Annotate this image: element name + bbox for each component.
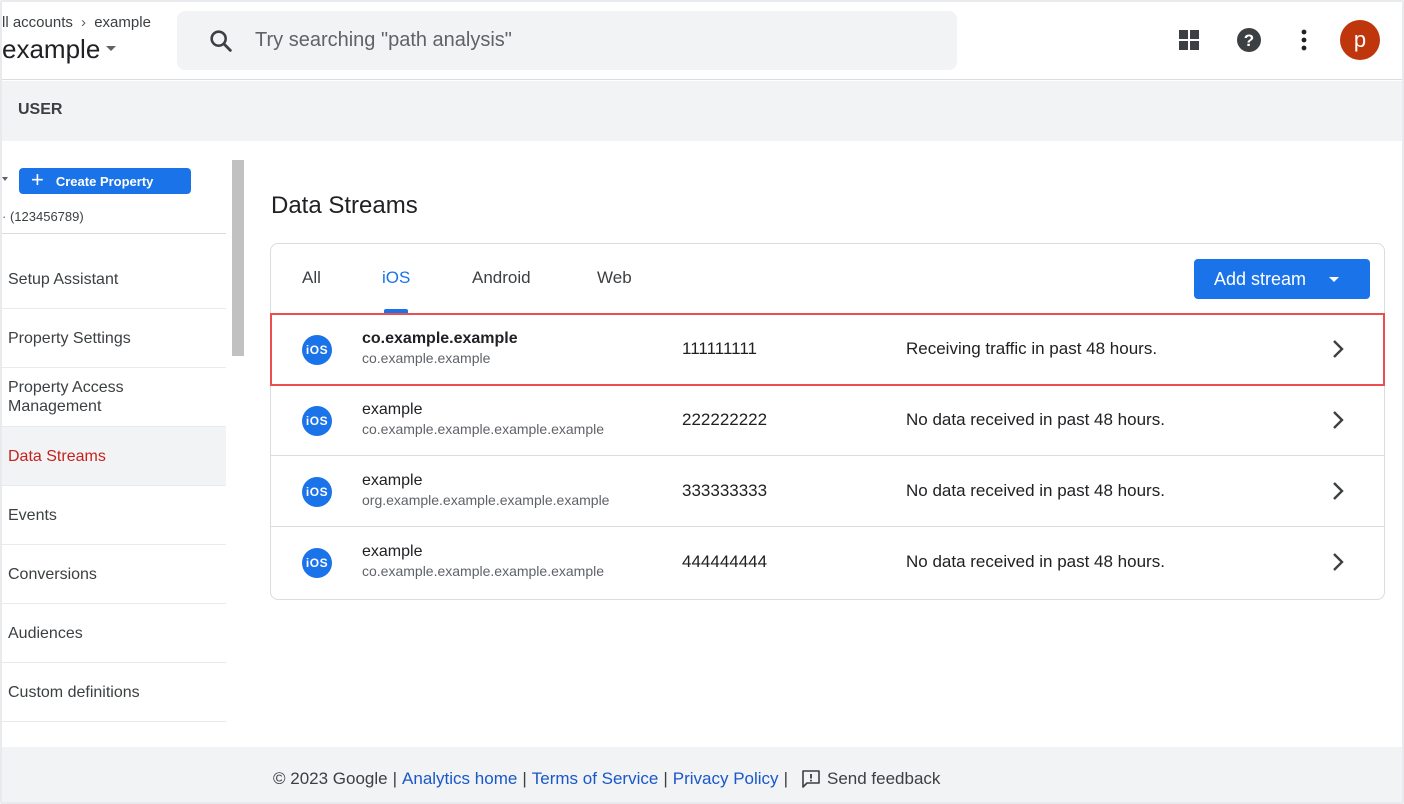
chevron-right-icon xyxy=(1333,411,1344,429)
svg-text:?: ? xyxy=(1244,31,1254,50)
help-icon[interactable]: ? xyxy=(1231,22,1267,58)
section-band: USER xyxy=(2,81,1402,141)
chevron-right-icon xyxy=(1333,553,1344,571)
stream-bundle-id: co.example.example xyxy=(362,350,491,366)
stream-bundle-id: org.example.example.example.example xyxy=(362,492,610,508)
tab-android[interactable]: Android xyxy=(472,268,531,288)
stream-status: Receiving traffic in past 48 hours. xyxy=(906,339,1158,358)
property-id: · (123456789) xyxy=(2,209,84,224)
ios-icon: iOS xyxy=(302,548,332,578)
data-streams-card: All iOS Android Web Add stream iOS co.ex… xyxy=(270,243,1385,600)
stream-name: co.example.example xyxy=(362,330,518,347)
sidebar-item-data-streams[interactable]: Data Streams xyxy=(2,427,226,486)
ios-icon: iOS xyxy=(302,335,332,365)
plus-icon: + xyxy=(31,167,44,192)
sidebar-item-events[interactable]: Events xyxy=(2,486,226,545)
separator: | xyxy=(783,769,788,788)
stream-name: example xyxy=(362,543,423,560)
stream-bundle-id: co.example.example.example.example xyxy=(362,563,605,579)
section-label: USER xyxy=(18,101,63,118)
top-header: ll accounts › example example Try search… xyxy=(2,2,1402,80)
active-tab-indicator xyxy=(384,309,408,313)
send-feedback-link[interactable]: Send feedback xyxy=(827,769,940,789)
stream-row[interactable]: iOS example co.example.example.example.e… xyxy=(271,385,1384,456)
stream-bundle-id: co.example.example.example.example xyxy=(362,421,605,437)
stream-status: No data received in past 48 hours. xyxy=(906,481,1165,500)
create-property-button[interactable]: + Create Property xyxy=(19,168,191,194)
footer: © 2023 Google | Analytics home | Terms o… xyxy=(2,747,1402,802)
apps-grid-icon[interactable] xyxy=(1171,22,1207,58)
separator: | xyxy=(522,769,527,788)
search-bar[interactable] xyxy=(177,11,957,70)
page-title: Data Streams xyxy=(271,192,418,219)
sidebar-item-property-access-management[interactable]: Property Access Management xyxy=(2,368,226,427)
search-input[interactable] xyxy=(255,11,935,70)
separator: | xyxy=(392,769,398,788)
divider xyxy=(2,233,226,234)
sidebar-nav: Setup Assistant Property Settings Proper… xyxy=(2,250,226,722)
chevron-right-icon xyxy=(1333,482,1344,500)
stream-id: 111111111 xyxy=(682,339,757,358)
sidebar-item-setup-assistant[interactable]: Setup Assistant xyxy=(2,250,226,309)
more-vert-icon[interactable] xyxy=(1286,22,1322,58)
sidebar-scrollbar[interactable] xyxy=(232,160,244,356)
stream-status: No data received in past 48 hours. xyxy=(906,410,1165,429)
tab-ios[interactable]: iOS xyxy=(382,268,410,288)
add-stream-button[interactable]: Add stream xyxy=(1194,259,1370,299)
breadcrumb-accounts[interactable]: ll accounts xyxy=(2,14,73,31)
property-selector[interactable]: example xyxy=(2,34,117,65)
footer-links: © 2023 Google | Analytics home | Terms o… xyxy=(273,769,940,789)
breadcrumb-separator-icon: › xyxy=(81,14,87,31)
separator: | xyxy=(663,769,668,788)
breadcrumb-account[interactable]: example xyxy=(94,14,151,31)
stream-row[interactable]: iOS co.example.example co.example.exampl… xyxy=(270,313,1385,386)
breadcrumb: ll accounts › example xyxy=(2,14,151,31)
caret-down-icon xyxy=(106,45,117,51)
privacy-policy-link[interactable]: Privacy Policy xyxy=(673,769,779,789)
stream-id: 444444444 xyxy=(682,552,768,571)
search-icon xyxy=(210,30,232,52)
chevron-right-icon xyxy=(1333,340,1344,358)
caret-down-icon[interactable] xyxy=(2,177,8,181)
analytics-home-link[interactable]: Analytics home xyxy=(402,769,517,789)
stream-id: 222222222 xyxy=(682,410,768,429)
sidebar-item-audiences[interactable]: Audiences xyxy=(2,604,226,663)
ios-icon: iOS xyxy=(302,406,332,436)
stream-row[interactable]: iOS example org.example.example.example.… xyxy=(271,456,1384,527)
terms-of-service-link[interactable]: Terms of Service xyxy=(532,769,659,789)
stream-row[interactable]: iOS example co.example.example.example.e… xyxy=(271,527,1384,598)
feedback-icon[interactable] xyxy=(801,769,821,789)
avatar[interactable]: p xyxy=(1340,20,1380,60)
stream-id: 333333333 xyxy=(682,481,768,500)
tab-web[interactable]: Web xyxy=(597,268,632,288)
stream-name: example xyxy=(362,401,423,418)
create-property-label: Create Property xyxy=(55,173,154,189)
property-name: example xyxy=(2,34,101,64)
sidebar-item-property-settings[interactable]: Property Settings xyxy=(2,309,226,368)
sidebar-item-conversions[interactable]: Conversions xyxy=(2,545,226,604)
copyright-text: © 2023 Google xyxy=(273,769,388,788)
stream-name: example xyxy=(362,472,423,489)
app-window: ll accounts › example example Try search… xyxy=(0,0,1404,804)
tab-all[interactable]: All xyxy=(302,268,321,288)
ios-icon: iOS xyxy=(302,477,332,507)
caret-down-icon xyxy=(1329,277,1339,282)
sidebar-item-custom-definitions[interactable]: Custom definitions xyxy=(2,663,226,722)
add-stream-label: Add stream xyxy=(1214,268,1307,289)
admin-sidebar: + Create Property · (123456789) Setup As… xyxy=(2,141,226,747)
stream-status: No data received in past 48 hours. xyxy=(906,552,1165,571)
